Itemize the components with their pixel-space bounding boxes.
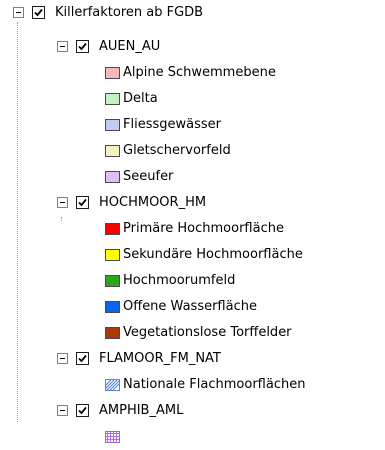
legend-color-swatch	[105, 300, 120, 313]
legend-color-swatch	[105, 248, 120, 261]
legend-label: Offene Wasserfläche	[123, 299, 257, 314]
collapse-toggle-group[interactable]	[57, 405, 68, 416]
legend-item: Fliessgewässer	[105, 114, 221, 135]
legend-label: Primäre Hochmoorfläche	[123, 221, 284, 236]
legend-item: Sekundäre Hochmoorfläche	[105, 244, 303, 265]
collapse-toggle-root[interactable]	[13, 7, 24, 18]
grid-swatch-icon	[105, 430, 120, 443]
legend-label: Fliessgewässer	[123, 117, 221, 132]
layer-checkbox[interactable]	[76, 196, 89, 209]
legend-color-swatch	[105, 144, 120, 157]
checkmark-icon	[78, 42, 87, 51]
legend-item: Nationale Flachmoorflächen	[105, 374, 305, 395]
layer-label: AMPHIB_AML	[99, 403, 184, 418]
legend-item: Vegetationslose Torffelder	[105, 322, 292, 343]
legend-label: Nationale Flachmoorflächen	[123, 377, 306, 392]
legend-color-swatch	[105, 222, 120, 235]
checkmark-icon	[34, 8, 43, 17]
legend-color-swatch	[105, 92, 120, 105]
layer-checkbox[interactable]	[76, 40, 89, 53]
legend-label: Vegetationslose Torffelder	[123, 325, 292, 340]
legend-color-swatch	[105, 118, 120, 131]
legend-item: Gletschervorfeld	[105, 140, 231, 161]
root-layer-label: Killerfaktoren ab FGDB	[55, 5, 204, 20]
tree-node-group: FLAMOOR_FM_NAT	[57, 348, 221, 369]
legend-item	[105, 426, 123, 447]
legend-label: Gletschervorfeld	[123, 143, 231, 158]
legend-item: Hochmoorumfeld	[105, 270, 235, 291]
tree-node-root: Killerfaktoren ab FGDB	[13, 2, 203, 23]
legend-item: Primäre Hochmoorfläche	[105, 218, 284, 239]
collapse-toggle-group[interactable]	[57, 353, 68, 364]
legend-item: Offene Wasserfläche	[105, 296, 257, 317]
checkmark-icon	[78, 406, 87, 415]
hatched-swatch-icon	[105, 378, 120, 391]
tree-node-group: HOCHMOOR_HM	[57, 192, 206, 213]
root-layer-checkbox[interactable]	[32, 6, 45, 19]
legend-color-swatch	[105, 274, 120, 287]
layer-checkbox[interactable]	[76, 404, 89, 417]
legend-item: Seeufer	[105, 166, 173, 187]
tree-node-group: AUEN_AU	[57, 36, 160, 57]
checkmark-icon	[78, 198, 87, 207]
tree-node-group: AMPHIB_AML	[57, 400, 183, 421]
legend-label: Sekundäre Hochmoorfläche	[123, 247, 303, 262]
legend-color-swatch	[105, 326, 120, 339]
tree-line-root	[17, 22, 18, 422]
checkmark-icon	[78, 354, 87, 363]
collapse-toggle-group[interactable]	[57, 197, 68, 208]
layer-label: AUEN_AU	[99, 39, 161, 54]
collapse-toggle-group[interactable]	[57, 41, 68, 52]
legend-label: Delta	[123, 91, 158, 106]
tree-line-hochmoor	[61, 217, 62, 221]
legend-item: Alpine Schwemmebene	[105, 62, 276, 83]
legend-label: Seeufer	[123, 169, 174, 184]
legend-color-swatch	[105, 66, 120, 79]
legend-item: Delta	[105, 88, 158, 109]
legend-color-swatch	[105, 170, 120, 183]
legend-label: Hochmoorumfeld	[123, 273, 236, 288]
layer-label: FLAMOOR_FM_NAT	[99, 351, 221, 366]
layer-label: HOCHMOOR_HM	[99, 195, 207, 210]
layer-checkbox[interactable]	[76, 352, 89, 365]
legend-label: Alpine Schwemmebene	[123, 65, 276, 80]
